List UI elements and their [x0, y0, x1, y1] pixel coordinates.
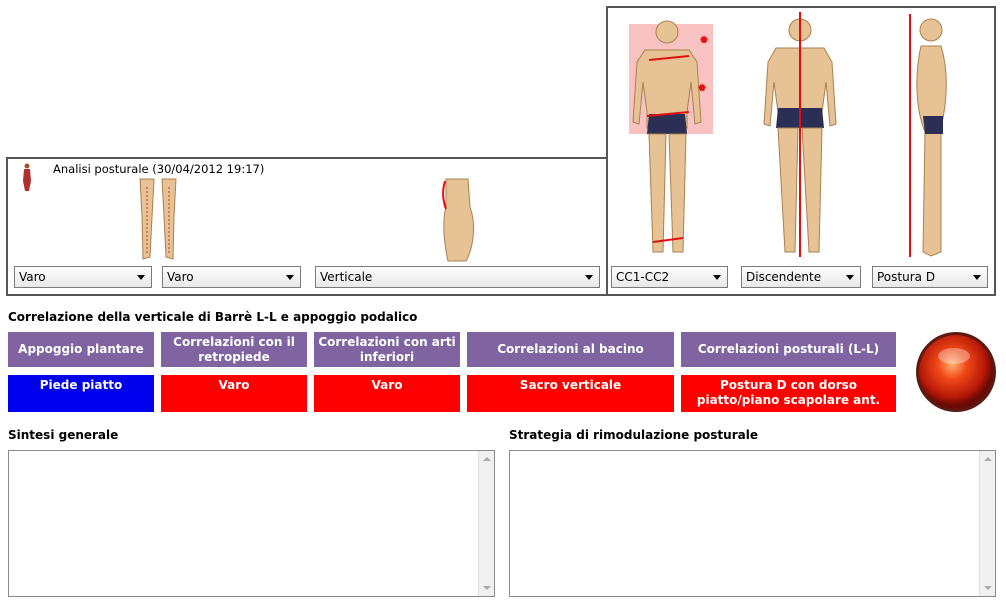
body-side-image	[909, 14, 947, 257]
legs-image	[139, 178, 177, 260]
postural-combo-2[interactable]: Varo	[162, 266, 301, 288]
synthesis-scrollbar[interactable]	[478, 451, 494, 596]
value-arti-inferiori: Varo	[314, 375, 460, 412]
body-front-image: ✹ ✹	[629, 20, 713, 253]
body-figure-icon	[23, 163, 31, 191]
postural-content: Analisi posturale (30/04/2012 19:17) Var…	[6, 157, 996, 296]
header-posturali: Correlazioni posturali (L-L)	[681, 332, 896, 367]
stabilometric-combo-3[interactable]: Varo	[307, 116, 445, 138]
stabilometric-combo-4[interactable]: Varo	[450, 116, 588, 138]
status-indicator-light	[916, 332, 996, 412]
chevron-down-icon	[973, 275, 981, 280]
body-back-image	[763, 12, 837, 257]
rearfoot-image	[410, 27, 484, 109]
synthesis-label: Sintesi generale	[8, 428, 119, 442]
value-posturali: Postura D con dorso piatto/piano scapola…	[681, 375, 896, 412]
stabilometric-panel: Analisi stabilometrica (30/04/2012 18:02…	[6, 6, 608, 159]
header-appoggio-plantare: Appoggio plantare	[8, 332, 154, 367]
svg-text:✹: ✹	[699, 33, 709, 47]
value-bacino: Sacro verticale	[467, 375, 674, 412]
pelvis-image	[442, 178, 474, 262]
chevron-down-icon	[280, 125, 288, 130]
stabilometric-combo-2[interactable]: Piatto 1°	[157, 116, 295, 138]
plantar-footprint-image	[124, 27, 187, 105]
strategy-label: Strategia di rimodulazione posturale	[509, 428, 758, 442]
chevron-down-icon	[846, 275, 854, 280]
svg-text:✹: ✹	[697, 81, 707, 95]
chevron-down-icon	[430, 125, 438, 130]
postural-title: Analisi posturale (30/04/2012 19:17)	[53, 162, 265, 176]
chevron-down-icon	[573, 125, 581, 130]
scroll-down-icon[interactable]	[984, 586, 992, 590]
footprint-icon	[12, 13, 44, 39]
chevron-down-icon	[137, 275, 145, 280]
header-bacino: Correlazioni al bacino	[467, 332, 674, 367]
strategy-scrollbar[interactable]	[979, 451, 995, 596]
postural-combo-3[interactable]: Verticale	[315, 266, 600, 288]
postural-combo-1[interactable]: Varo	[14, 266, 152, 288]
header-retropiede: Correlazioni con il retropiede	[161, 332, 307, 367]
value-retropiede: Varo	[161, 375, 307, 412]
chevron-down-icon	[137, 125, 145, 130]
scroll-down-icon[interactable]	[483, 586, 491, 590]
stabilometric-title: Analisi stabilometrica (30/04/2012 18:02…	[53, 11, 293, 25]
strategy-textarea[interactable]	[509, 450, 996, 597]
chevron-down-icon	[585, 275, 593, 280]
value-appoggio-plantare: Piede piatto	[8, 375, 154, 412]
header-arti-inferiori: Correlazioni con arti inferiori	[314, 332, 460, 367]
postural-combo-6[interactable]: Postura D	[872, 266, 988, 288]
synthesis-textarea[interactable]	[8, 450, 495, 597]
stabilometric-combo-1[interactable]: Piatto 1°	[14, 116, 152, 138]
synthesis-text	[9, 451, 494, 457]
chevron-down-icon	[286, 275, 294, 280]
scroll-up-icon[interactable]	[483, 457, 491, 461]
postural-combo-4[interactable]: CC1-CC2	[611, 266, 728, 288]
correlation-title: Correlazione della verticale di Barrè L-…	[8, 310, 418, 324]
postural-combo-5[interactable]: Discendente	[741, 266, 861, 288]
chevron-down-icon	[713, 275, 721, 280]
strategy-text	[510, 451, 995, 457]
scroll-up-icon[interactable]	[984, 457, 992, 461]
